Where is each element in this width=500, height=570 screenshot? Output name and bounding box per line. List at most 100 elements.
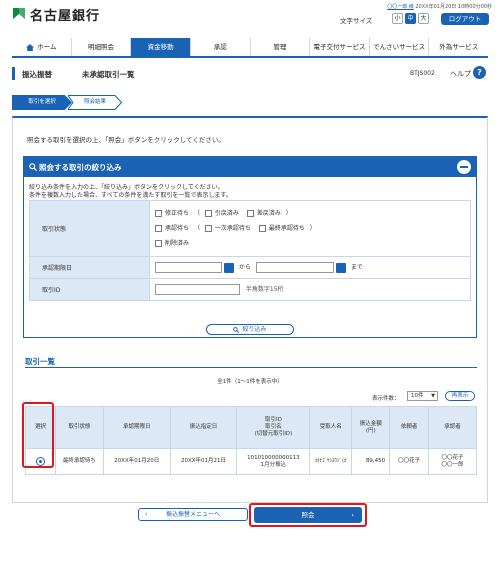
- nav-forex[interactable]: 外為サービス: [429, 38, 488, 56]
- chevron-left-icon: ‹: [145, 511, 148, 518]
- nav-home[interactable]: ホーム: [12, 38, 72, 56]
- select-cell: [25, 448, 56, 475]
- deadline-range: から まで: [149, 256, 471, 279]
- checkbox-label: 削除済み: [165, 240, 190, 247]
- text-size-label: 文字サイズ: [340, 17, 373, 25]
- filter-title: 照会する取引の絞り込み: [39, 163, 122, 172]
- collapse-icon[interactable]: [457, 160, 471, 174]
- back-button-label: 振込振替メニューへ: [165, 511, 220, 518]
- table-row[interactable]: 最終承認待ち 20XX年01月20日 20XX年01月21日 101010000…: [25, 448, 477, 475]
- col-transfer-date: 振込指定日: [169, 406, 238, 449]
- text-size-medium-button[interactable]: 中: [405, 13, 416, 24]
- col-approver: 承認者: [428, 406, 477, 449]
- col-status: 取引状態: [54, 406, 104, 449]
- page-title: 未承認取引一覧: [82, 70, 135, 79]
- date-to-word: まで: [350, 264, 363, 271]
- step-select: 取引を選択: [12, 95, 72, 110]
- trade-id-label: 取引ID: [29, 278, 150, 301]
- date-from-word: から: [238, 264, 251, 271]
- checkbox-final-approval-wait[interactable]: [258, 225, 266, 232]
- status-label: 取引状態: [29, 200, 150, 257]
- nav-densai[interactable]: でんさいサービス: [370, 38, 430, 56]
- home-icon: [26, 43, 35, 51]
- col-requester: 依頼者: [389, 406, 430, 449]
- intro-text: 照会する取引を選択の上、「照会」ボタンをクリックしてください。: [27, 136, 225, 144]
- col-deadline: 承認期限日: [102, 406, 171, 449]
- calendar-icon[interactable]: [335, 262, 346, 273]
- bank-logo-icon: [12, 6, 26, 20]
- nav-fund-transfer[interactable]: 資金移動: [131, 38, 191, 56]
- checkbox-first-approval-wait[interactable]: [204, 225, 212, 232]
- deadline-cell: 20XX年01月20日: [102, 448, 171, 475]
- trade-id-cell: 半角数字15桁: [149, 278, 471, 301]
- filter-header[interactable]: 照会する取引の絞り込み: [24, 157, 476, 177]
- deadline-label: 承認期限日: [29, 256, 150, 279]
- checkbox-label: 修正待ち: [165, 210, 190, 217]
- checkbox-label: 最終承認待ち: [268, 225, 305, 232]
- user-name-link[interactable]: 〇〇一郎 様: [387, 4, 414, 10]
- checkbox-revise-wait[interactable]: [155, 210, 162, 217]
- transaction-table: 選択 取引状態 承認期限日 振込指定日 取引ID 取引名 (切替元取引ID) 受…: [25, 406, 477, 475]
- nav-statements[interactable]: 明細照会: [72, 38, 132, 56]
- requester-cell: 〇〇花子: [389, 448, 430, 475]
- select-radio[interactable]: [35, 457, 45, 466]
- text-size-large-button[interactable]: 大: [418, 13, 429, 24]
- refer-button[interactable]: 照会 ›: [254, 507, 362, 523]
- global-nav: ホーム 明細照会 資金移動 承認 管理 電子交付サービス でんさいサービス 外為…: [12, 38, 488, 58]
- checkbox-approval-wait[interactable]: [155, 225, 162, 232]
- help-link[interactable]: ヘルプ: [450, 69, 471, 79]
- trade-id-cell: 101010000000113 1月分振込: [236, 448, 311, 475]
- checkbox-label: 引戻済み: [214, 210, 239, 217]
- approver-cell: 〇〇花子 〇〇一郎: [428, 448, 477, 475]
- list-title: 取引一覧: [25, 357, 55, 366]
- per-page-label: 表示件数：: [372, 396, 400, 402]
- col-amount: 振込金額 (円): [351, 406, 391, 449]
- nav-e-delivery[interactable]: 電子交付サービス: [310, 38, 370, 56]
- title-accent: [12, 67, 15, 80]
- trade-id-input[interactable]: [155, 284, 240, 295]
- approver-2: 〇〇一郎: [441, 461, 464, 468]
- checkbox-returned[interactable]: [246, 210, 254, 217]
- amount-cell: 89,450: [351, 448, 391, 475]
- chevron-down-icon: ▼: [431, 393, 435, 399]
- filter-note-2: 条件を複数入力した場合、すべての条件を満たす取引を一覧で表示します。: [29, 192, 232, 199]
- checkbox-label: 承認待ち: [165, 225, 190, 232]
- deadline-from-input[interactable]: [155, 262, 222, 273]
- result-count: 全1件（1～1件を表示中）: [217, 379, 283, 385]
- step-result: 照会結果: [83, 99, 106, 105]
- per-page-select[interactable]: 10件 ▼: [407, 391, 438, 401]
- calendar-icon[interactable]: [224, 262, 234, 273]
- screen-id: BTJS002: [410, 70, 435, 77]
- checkbox-withdrawn[interactable]: [204, 210, 212, 217]
- back-to-menu-button[interactable]: ‹ 振込振替メニューへ: [138, 508, 248, 521]
- login-time: 20XX年01月20日 10時00分00秒: [415, 4, 492, 10]
- checkbox-label: 差戻済み: [256, 210, 281, 217]
- page-title-bar: 振込振替 未承認取引一覧 BTJS002 ヘルプ ?: [12, 64, 488, 84]
- trade-id-hint: 半角数字15桁: [245, 286, 284, 293]
- col-select: 選択: [25, 406, 56, 449]
- nav-home-label: ホーム: [37, 43, 57, 51]
- search-icon: [233, 326, 240, 333]
- user-info: 〇〇一郎 様 20XX年01月20日 10時00分00秒: [387, 3, 492, 10]
- approver-1: 〇〇花子: [441, 454, 464, 461]
- payee-cell: ｶ)ﾅｺﾞﾔｼﾖｳｼﾞ(ｶ: [309, 448, 353, 475]
- help-icon[interactable]: ?: [473, 66, 486, 79]
- refer-button-label: 照会: [301, 511, 315, 519]
- list-divider: [25, 367, 477, 368]
- content-panel: 照会する取引を選択の上、「照会」ボタンをクリックしてください。 照会する取引の絞…: [12, 116, 488, 503]
- deadline-to-input[interactable]: [255, 262, 334, 273]
- search-icon: [29, 163, 37, 171]
- col-trade-id: 取引ID 取引名 (切替元取引ID): [236, 406, 311, 449]
- nav-admin[interactable]: 管理: [251, 38, 311, 56]
- checkbox-deleted[interactable]: [155, 240, 162, 247]
- per-page-value: 10件: [411, 393, 424, 399]
- global-header: 名古屋銀行 〇〇一郎 様 20XX年01月20日 10時00分00秒 文字サイズ…: [0, 0, 500, 38]
- filter-panel: 照会する取引の絞り込み 絞り込み条件を入力の上、「絞り込み」ボタンをクリックして…: [23, 156, 477, 338]
- logout-button[interactable]: ログアウト: [441, 13, 489, 25]
- nav-approval[interactable]: 承認: [191, 38, 251, 56]
- redisplay-button[interactable]: 再表示: [445, 391, 475, 401]
- checkbox-label: 一次承認待ち: [214, 225, 251, 232]
- text-size-small-button[interactable]: 小: [392, 13, 403, 24]
- transfer-date-cell: 20XX年01月21日: [169, 448, 238, 475]
- narrow-down-button[interactable]: 絞り込み: [206, 324, 294, 335]
